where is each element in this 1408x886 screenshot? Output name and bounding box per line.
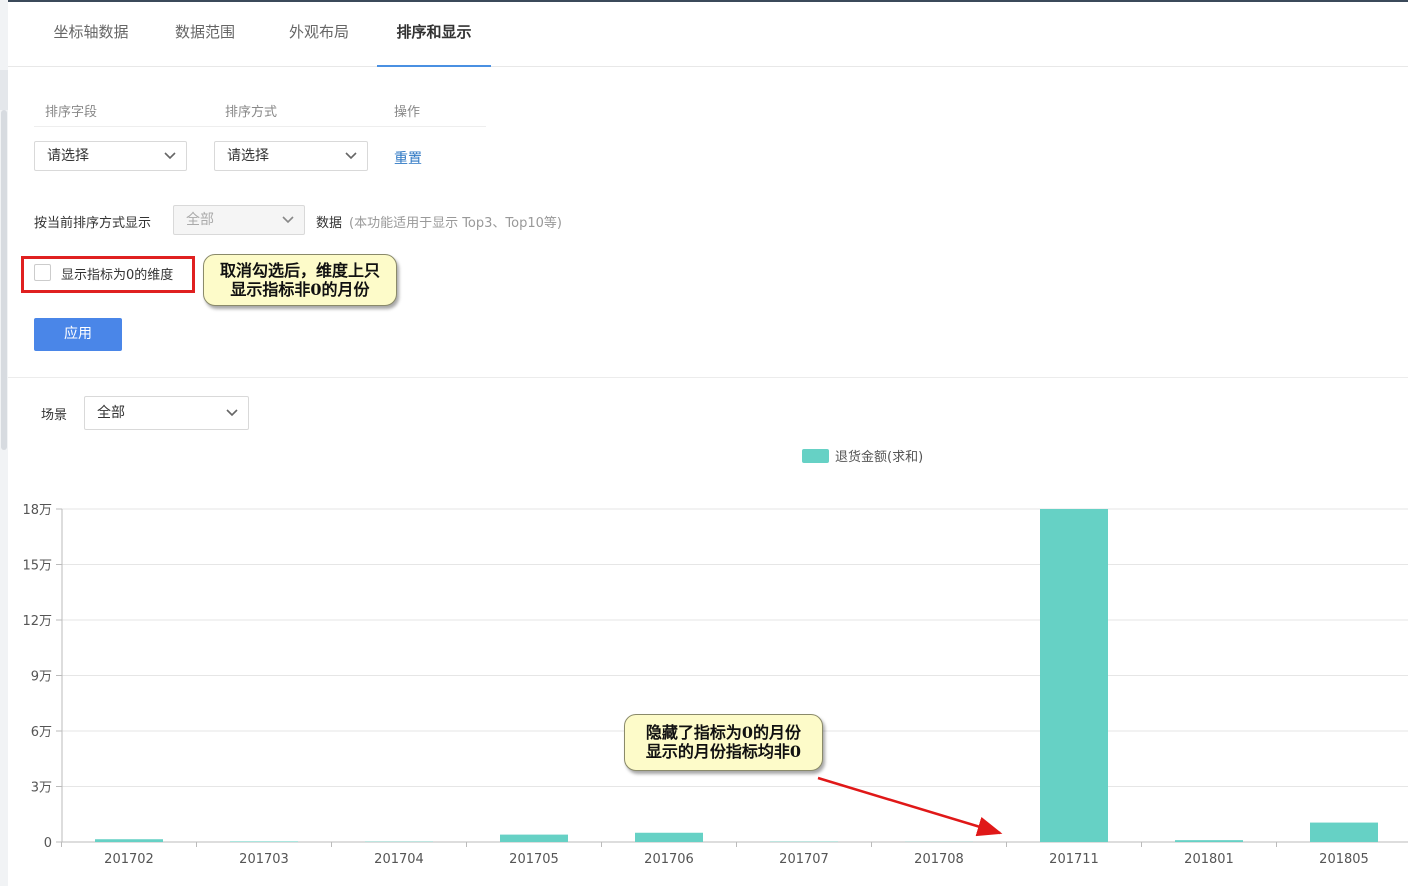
sort-field-header: 排序字段 <box>45 105 98 120</box>
sort-method-select[interactable]: 请选择 <box>214 141 368 171</box>
chevron-down-icon <box>164 152 176 160</box>
scrollbar-thumb[interactable] <box>1 110 7 450</box>
scene-value: 全部 <box>97 405 125 421</box>
y-tick-label: 0 <box>44 836 52 851</box>
top-n-select[interactable]: 全部 <box>173 205 305 235</box>
top-n-value: 全部 <box>186 212 214 228</box>
x-tick-label: 201708 <box>914 852 964 867</box>
x-tick-label: 201711 <box>1049 852 1099 867</box>
y-tick-label: 18万 <box>22 503 52 518</box>
show-zero-checkbox[interactable] <box>34 264 51 281</box>
chevron-down-icon <box>345 152 357 160</box>
bar[interactable] <box>1040 509 1108 842</box>
display-hint: (本功能适用于显示 Top3、Top10等) <box>349 216 562 231</box>
x-tick-label: 201801 <box>1184 852 1234 867</box>
callout-uncheck-note: 取消勾选后，维度上只 显示指标非0的月份 <box>203 254 397 306</box>
x-tick-label: 201805 <box>1319 852 1369 867</box>
y-tick-label: 3万 <box>31 781 52 796</box>
callout-line: 显示指标非0的月份 <box>230 280 370 299</box>
x-tick-label: 201704 <box>374 852 424 867</box>
legend-swatch <box>802 449 829 463</box>
red-arrow <box>817 776 1003 837</box>
sort-field-value: 请选择 <box>47 148 89 164</box>
tab-axis-data[interactable]: 坐标轴数据 <box>46 2 136 67</box>
y-tick-label: 15万 <box>22 559 52 574</box>
y-tick-label: 12万 <box>22 614 52 629</box>
action-header: 操作 <box>394 105 421 120</box>
bar[interactable] <box>95 839 163 842</box>
callout-line: 显示的月份指标均非0 <box>645 742 802 761</box>
tab-sort-display[interactable]: 排序和显示 <box>377 2 491 67</box>
scene-label: 场景 <box>41 408 68 423</box>
sort-method-value: 请选择 <box>227 148 269 164</box>
y-tick-label: 9万 <box>31 670 52 685</box>
left-scroll-strip <box>0 0 8 886</box>
section-divider <box>8 377 1408 378</box>
tab-bar: 坐标轴数据 数据范围 外观布局 排序和显示 <box>8 2 1408 67</box>
tab-appearance[interactable]: 外观布局 <box>274 2 364 67</box>
reset-link[interactable]: 重置 <box>394 148 422 168</box>
y-tick-label: 6万 <box>31 725 52 740</box>
chevron-down-icon <box>226 409 238 417</box>
display-suffix: 数据 <box>316 216 343 231</box>
scene-select[interactable]: 全部 <box>84 396 249 430</box>
callout-line: 取消勾选后，维度上只 <box>219 261 380 280</box>
show-zero-label: 显示指标为0的维度 <box>61 268 174 283</box>
apply-button[interactable]: 应用 <box>34 318 122 351</box>
left-strip-block <box>0 70 8 110</box>
x-tick-label: 201707 <box>779 852 829 867</box>
bar[interactable] <box>1310 822 1378 842</box>
callout-line: 隐藏了指标为0的月份 <box>645 723 802 742</box>
bar[interactable] <box>230 841 298 842</box>
legend-label: 退货金额(求和) <box>835 449 923 465</box>
sort-method-header: 排序方式 <box>225 105 278 120</box>
header-divider <box>34 126 486 127</box>
bar[interactable] <box>1175 840 1243 842</box>
x-tick-label: 201706 <box>644 852 694 867</box>
bar[interactable] <box>500 834 568 842</box>
chevron-down-icon <box>282 216 294 224</box>
tab-data-range[interactable]: 数据范围 <box>160 2 250 67</box>
display-by-sort-label: 按当前排序方式显示 <box>34 216 152 231</box>
sort-field-select[interactable]: 请选择 <box>34 141 187 171</box>
x-tick-label: 201702 <box>104 852 154 867</box>
bar[interactable] <box>635 832 703 842</box>
x-tick-label: 201703 <box>239 852 289 867</box>
callout-hidden-note: 隐藏了指标为0的月份 显示的月份指标均非0 <box>624 714 823 771</box>
x-tick-label: 201705 <box>509 852 559 867</box>
